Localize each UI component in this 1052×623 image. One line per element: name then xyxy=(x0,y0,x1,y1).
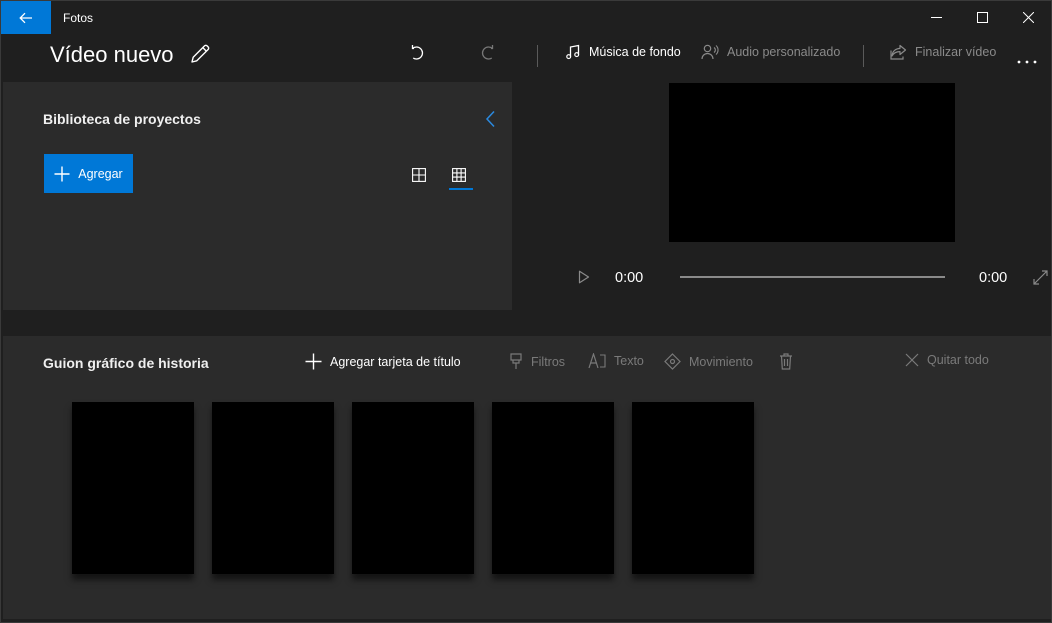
seek-bar[interactable] xyxy=(680,276,945,278)
plus-icon xyxy=(54,166,70,181)
text-label: Texto xyxy=(614,354,644,368)
expand-icon xyxy=(1033,270,1048,285)
selected-view-indicator xyxy=(449,188,473,190)
video-preview xyxy=(669,83,955,242)
person-audio-icon xyxy=(701,44,719,60)
window-controls xyxy=(913,1,1051,34)
storyboard-clip[interactable] xyxy=(212,402,334,574)
music-note-icon xyxy=(566,44,580,60)
play-icon xyxy=(578,270,590,284)
grid-large-icon xyxy=(412,168,426,182)
app-name: Fotos xyxy=(63,10,94,25)
finish-video-button[interactable]: Finalizar vídeo xyxy=(890,44,996,60)
project-library-panel: Biblioteca de proyectos Agregar xyxy=(3,82,512,310)
background-music-label: Música de fondo xyxy=(589,45,681,59)
undo-icon xyxy=(411,45,424,60)
storyboard-clip[interactable] xyxy=(632,402,754,574)
add-media-button[interactable]: Agregar xyxy=(44,154,133,193)
title-bar: Fotos xyxy=(1,1,1051,34)
separator xyxy=(537,45,538,67)
redo-icon xyxy=(481,45,494,60)
fullscreen-button[interactable] xyxy=(1033,270,1048,290)
minimize-button[interactable] xyxy=(913,1,959,34)
add-media-label: Agregar xyxy=(78,166,123,181)
library-title: Biblioteca de proyectos xyxy=(43,111,201,127)
motion-button[interactable]: Movimiento xyxy=(664,353,753,370)
chevron-left-icon xyxy=(485,110,495,128)
pencil-icon xyxy=(191,44,210,63)
current-time: 0:00 xyxy=(615,270,644,286)
total-time: 0:00 xyxy=(979,270,1008,286)
text-button[interactable]: Texto xyxy=(588,353,644,369)
separator xyxy=(863,45,864,67)
play-button[interactable] xyxy=(578,270,590,289)
filters-button[interactable]: Filtros xyxy=(509,353,565,370)
command-bar: Vídeo nuevo Música de fondo Audio person… xyxy=(1,34,1051,80)
project-title: Vídeo nuevo xyxy=(50,42,174,67)
share-icon xyxy=(890,44,907,60)
grid-small-icon xyxy=(452,168,466,182)
add-title-card-button[interactable]: Agregar tarjeta de título xyxy=(305,353,461,370)
back-button[interactable] xyxy=(1,1,51,34)
arrow-left-icon xyxy=(19,12,32,23)
delete-button[interactable] xyxy=(779,353,793,370)
storyboard-clip[interactable] xyxy=(72,402,194,574)
trash-icon xyxy=(780,353,792,370)
maximize-icon xyxy=(976,12,988,23)
text-icon xyxy=(588,353,606,369)
storyboard-title: Guion gráfico de historia xyxy=(43,355,209,371)
custom-audio-button[interactable]: Audio personalizado xyxy=(701,44,840,60)
storyboard-panel: Guion gráfico de historia Agregar tarjet… xyxy=(3,336,1051,619)
minimize-icon xyxy=(930,17,942,18)
filters-label: Filtros xyxy=(531,354,566,369)
more-options-button[interactable] xyxy=(1017,51,1037,69)
redo-button[interactable] xyxy=(478,44,496,67)
plus-icon xyxy=(305,353,322,370)
rename-button[interactable] xyxy=(189,43,211,70)
close-icon xyxy=(905,353,919,367)
large-thumbnails-view-button[interactable] xyxy=(408,164,430,186)
motion-label: Movimiento xyxy=(689,354,753,369)
ellipsis-icon xyxy=(1017,60,1037,64)
collapse-library-button[interactable] xyxy=(485,110,497,133)
storyboard-clip[interactable] xyxy=(492,402,614,574)
close-button[interactable] xyxy=(1005,1,1051,34)
motion-icon xyxy=(664,353,681,370)
undo-button[interactable] xyxy=(409,44,427,67)
remove-all-label: Quitar todo xyxy=(927,353,989,367)
background-music-button[interactable]: Música de fondo xyxy=(565,44,681,60)
storyboard-clip[interactable] xyxy=(352,402,474,574)
custom-audio-label: Audio personalizado xyxy=(727,45,841,59)
remove-all-button[interactable]: Quitar todo xyxy=(905,353,989,367)
close-icon xyxy=(1022,12,1034,23)
small-thumbnails-view-button[interactable] xyxy=(448,164,470,186)
app-window: Fotos Vídeo nuevo Música de fondo Audio … xyxy=(0,0,1052,623)
maximize-button[interactable] xyxy=(959,1,1005,34)
add-title-card-label: Agregar tarjeta de título xyxy=(330,354,461,369)
filter-brush-icon xyxy=(510,353,522,369)
finish-video-label: Finalizar vídeo xyxy=(915,45,997,59)
